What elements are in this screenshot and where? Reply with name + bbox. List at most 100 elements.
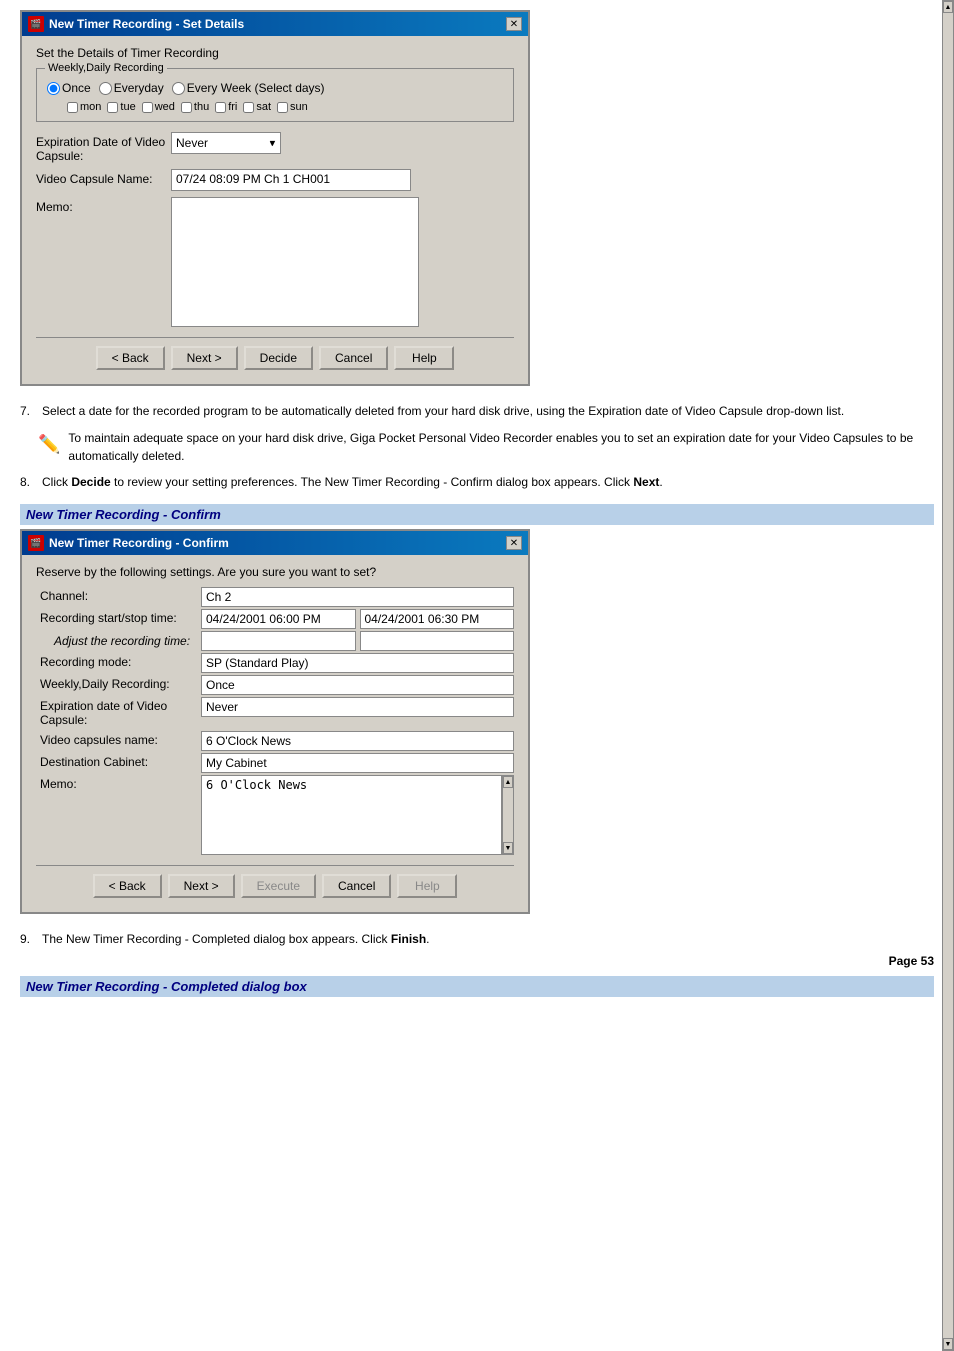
note-icon: ✏️ [38, 431, 60, 458]
day-fri[interactable]: fri [215, 101, 237, 113]
instruction-7-number: 7. [20, 402, 36, 421]
dialog2-title: New Timer Recording - Confirm [49, 536, 229, 550]
days-row: mon tue wed thu fri sat sun [47, 101, 503, 113]
memo-textarea[interactable] [171, 197, 419, 327]
recording-time-label: Recording start/stop time: [36, 609, 201, 627]
dialog2-button-row: < Back Next > Execute Cancel Help [36, 865, 514, 902]
confirm-memo-row: Memo: ▲ ▼ [36, 775, 514, 855]
dialog2-back-button[interactable]: < Back [93, 874, 162, 898]
dialog1-next-button[interactable]: Next > [171, 346, 238, 370]
day-thu[interactable]: thu [181, 101, 209, 113]
day-tue[interactable]: tue [107, 101, 135, 113]
confirm-expiration-label: Expiration date of Video Capsule: [36, 697, 201, 729]
weekly-daily-row: Weekly,Daily Recording: Once [36, 675, 514, 695]
capsule-name-field[interactable]: 07/24 08:09 PM Ch 1 CH001 [171, 169, 411, 191]
capsule-name-confirm-label: Video capsules name: [36, 731, 201, 749]
radio-everyday[interactable] [99, 82, 112, 95]
radio-row: Once Everyday Every Week (Select days) [47, 81, 503, 95]
checkbox-sun[interactable] [277, 102, 288, 113]
groupbox-title: Weekly,Daily Recording [45, 62, 167, 74]
capsule-name-confirm-value: 6 O'Clock News [201, 731, 514, 751]
radio-everyweek[interactable] [172, 82, 185, 95]
day-sat[interactable]: sat [243, 101, 271, 113]
scroll-down-arrow[interactable]: ▼ [943, 1338, 953, 1350]
channel-row: Channel: Ch 2 [36, 587, 514, 607]
expiration-value: Never [176, 136, 208, 150]
dialog1-button-row: < Back Next > Decide Cancel Help [36, 337, 514, 374]
capsule-name-row: Video Capsule Name: 07/24 08:09 PM Ch 1 … [36, 169, 514, 191]
radio-everyweek-item[interactable]: Every Week (Select days) [172, 81, 325, 95]
note-text: To maintain adequate space on your hard … [68, 429, 934, 465]
instruction-8-bold2: Next [633, 475, 659, 489]
page-number: Page 53 [20, 954, 934, 968]
checkbox-wed[interactable] [142, 102, 153, 113]
destination-label: Destination Cabinet: [36, 753, 201, 771]
capsule-name-label: Video Capsule Name: [36, 169, 171, 186]
adjust-label: Adjust the recording time: [36, 632, 201, 650]
channel-value: Ch 2 [201, 587, 514, 607]
adjust-row: Adjust the recording time: [36, 631, 514, 651]
radio-once-label: Once [62, 81, 91, 95]
note-block-1: ✏️ To maintain adequate space on your ha… [38, 429, 934, 465]
checkbox-sat[interactable] [243, 102, 254, 113]
instruction-7-text: Select a date for the recorded program t… [42, 402, 844, 421]
adjust-value2 [360, 631, 515, 651]
expiration-row: Expiration Date of Video Capsule: Never … [36, 132, 514, 163]
bottom-section-heading: New Timer Recording - Completed dialog b… [20, 976, 934, 997]
scroll-up-arrow[interactable]: ▲ [943, 1, 953, 13]
recording-time-row: Recording start/stop time: 04/24/2001 06… [36, 609, 514, 629]
checkbox-tue[interactable] [107, 102, 118, 113]
confirm-memo-scrollbar[interactable]: ▲ ▼ [502, 775, 514, 855]
recording-time-start: 04/24/2001 06:00 PM [201, 609, 356, 629]
dialog2-cancel-button[interactable]: Cancel [322, 874, 391, 898]
adjust-values [201, 631, 514, 651]
checkbox-mon[interactable] [67, 102, 78, 113]
dialog1-back-button[interactable]: < Back [96, 346, 165, 370]
channel-label: Channel: [36, 587, 201, 605]
radio-everyday-item[interactable]: Everyday [99, 81, 164, 95]
dialog2-subtitle: Reserve by the following settings. Are y… [36, 565, 514, 579]
dialog2-execute-button[interactable]: Execute [241, 874, 316, 898]
day-wed[interactable]: wed [142, 101, 175, 113]
memo-row: Memo: ▲ ▼ [36, 197, 514, 327]
recording-time-values: 04/24/2001 06:00 PM 04/24/2001 06:30 PM [201, 609, 514, 629]
dialog1-close-button[interactable]: ✕ [506, 17, 522, 31]
instruction-8-text: Click Decide to review your setting pref… [42, 473, 663, 492]
day-sun[interactable]: sun [277, 101, 308, 113]
confirm-expiration-row: Expiration date of Video Capsule: Never [36, 697, 514, 729]
memo-scrollbar[interactable]: ▲ ▼ [942, 0, 954, 1351]
dialog1-cancel-button[interactable]: Cancel [319, 346, 388, 370]
dialog2-titlebar: 🎬 New Timer Recording - Confirm ✕ [22, 531, 528, 555]
dialog1-decide-button[interactable]: Decide [244, 346, 313, 370]
dialog2-close-button[interactable]: ✕ [506, 536, 522, 550]
confirm-section-heading: New Timer Recording - Confirm [20, 504, 934, 525]
recording-time-end: 04/24/2001 06:30 PM [360, 609, 515, 629]
dialog2-next-button[interactable]: Next > [168, 874, 235, 898]
weekly-label: Weekly,Daily Recording: [36, 675, 201, 693]
dialog1-help-button[interactable]: Help [394, 346, 454, 370]
confirm-dialog: 🎬 New Timer Recording - Confirm ✕ Reserv… [20, 529, 530, 914]
dialog1-title: New Timer Recording - Set Details [49, 17, 244, 31]
instruction-9: 9. The New Timer Recording - Completed d… [20, 930, 934, 949]
instruction-9-number: 9. [20, 930, 36, 949]
dialog1-icon: 🎬 [28, 16, 44, 32]
radio-once[interactable] [47, 82, 60, 95]
destination-row: Destination Cabinet: My Cabinet [36, 753, 514, 773]
checkbox-thu[interactable] [181, 102, 192, 113]
dialog2-icon: 🎬 [28, 535, 44, 551]
checkbox-fri[interactable] [215, 102, 226, 113]
day-mon[interactable]: mon [67, 101, 101, 113]
instruction-7: 7. Select a date for the recorded progra… [20, 402, 934, 421]
confirm-scroll-up[interactable]: ▲ [503, 776, 513, 788]
expiration-dropdown[interactable]: Never ▼ [171, 132, 281, 154]
capsule-name-value: 07/24 08:09 PM Ch 1 CH001 [176, 172, 330, 186]
radio-once-item[interactable]: Once [47, 81, 91, 95]
confirm-scroll-down[interactable]: ▼ [503, 842, 513, 854]
radio-everyweek-label: Every Week (Select days) [187, 81, 325, 95]
dialog2-help-button[interactable]: Help [397, 874, 457, 898]
weekly-daily-groupbox: Weekly,Daily Recording Once Everyday Eve… [36, 68, 514, 122]
instruction-8-number: 8. [20, 473, 36, 492]
recording-mode-value: SP (Standard Play) [201, 653, 514, 673]
confirm-memo-textarea[interactable] [201, 775, 502, 855]
capsule-name-confirm-row: Video capsules name: 6 O'Clock News [36, 731, 514, 751]
